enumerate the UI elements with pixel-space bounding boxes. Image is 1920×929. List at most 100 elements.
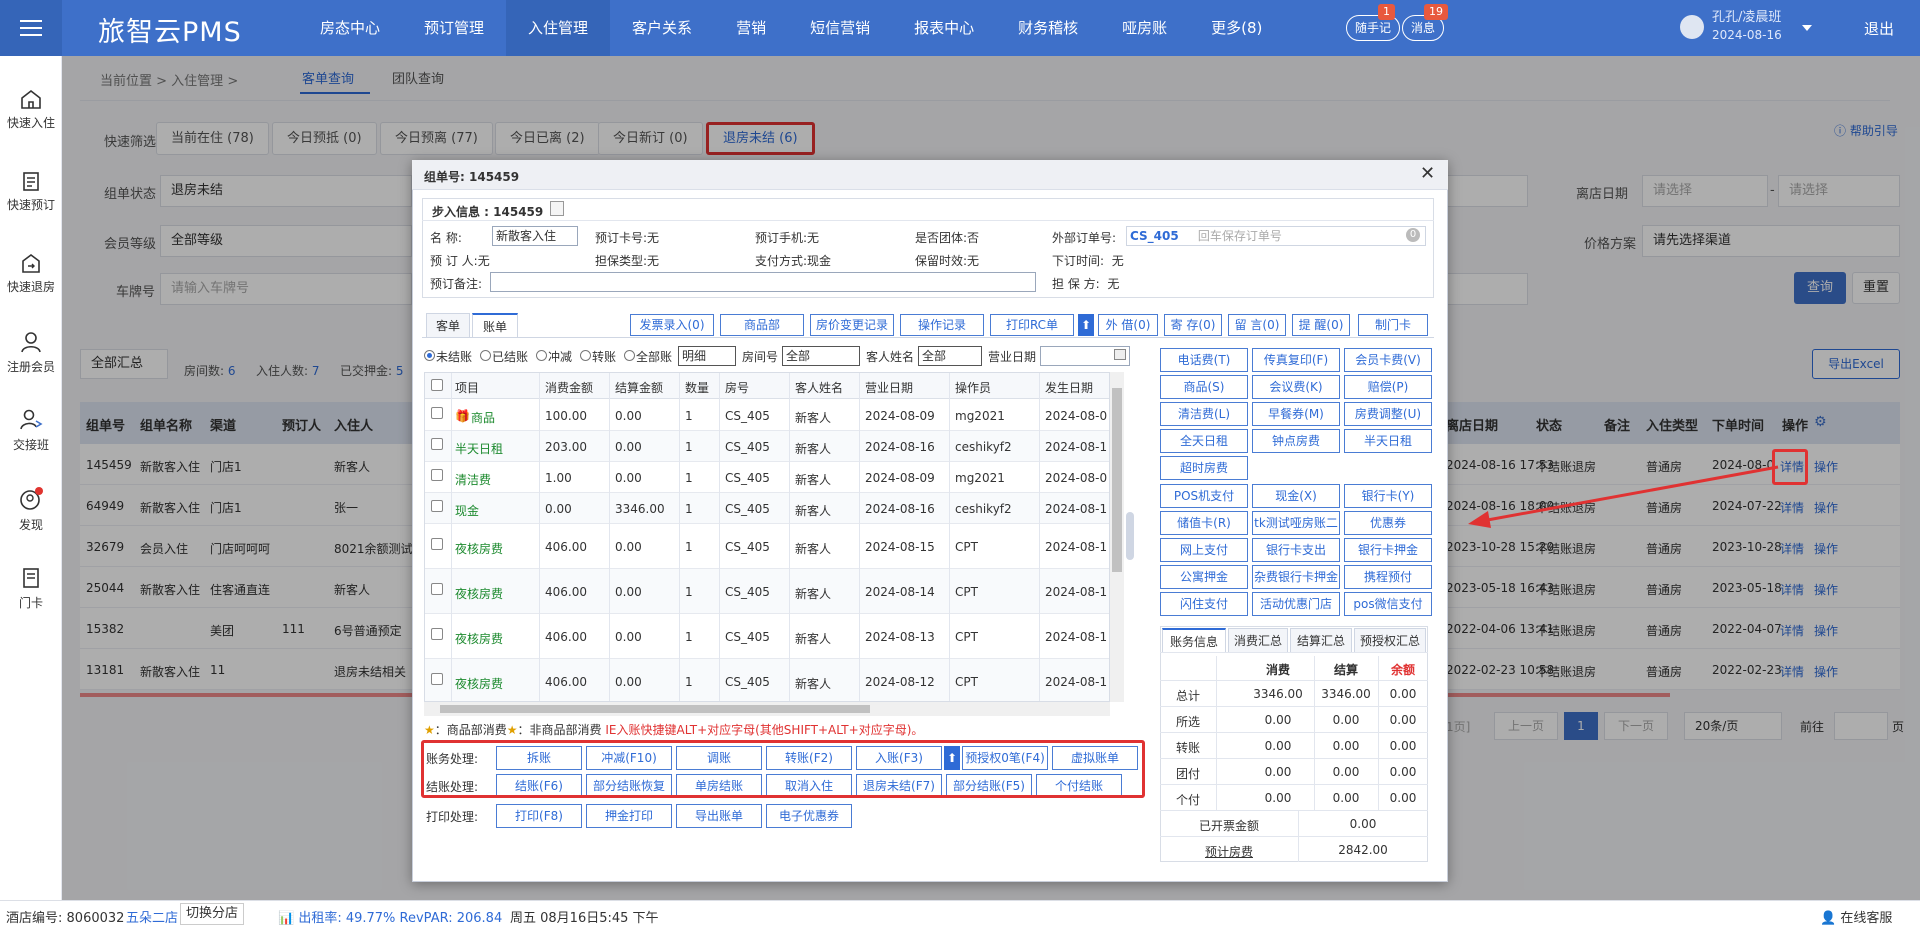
charge-button[interactable]: 超时房费 (1160, 456, 1248, 480)
payment-button[interactable]: 活动优惠门店 (1252, 592, 1340, 616)
payment-button[interactable]: 携程预付 (1344, 565, 1432, 589)
room-filter-select[interactable]: 全部 (782, 346, 860, 366)
remark-input[interactable] (490, 272, 1036, 292)
radio-transfer[interactable] (580, 350, 591, 361)
message-button[interactable]: 留 言(0) (1228, 314, 1286, 336)
switch-branch-button[interactable]: 切换分店 (180, 903, 245, 925)
sidebar-item-discover[interactable]: 发现 (0, 486, 62, 533)
online-support-button[interactable]: 👤 在线客服 (1820, 907, 1892, 926)
lend-button[interactable]: 外 借(0) (1098, 314, 1158, 336)
tab-preauth-summary[interactable]: 预授权汇总 (1354, 628, 1426, 652)
avatar[interactable] (1680, 15, 1704, 39)
payment-button[interactable]: 现金(X) (1252, 484, 1340, 508)
nav-crm[interactable]: 客户关系 (610, 0, 714, 56)
payment-button[interactable]: 银行卡支出 (1252, 538, 1340, 562)
payment-button[interactable]: 闪住支付 (1160, 592, 1248, 616)
expected-rate-label[interactable]: 预计房费 (1160, 843, 1298, 860)
branch-name[interactable]: 五朵二店 (126, 907, 178, 926)
payment-button[interactable]: 储值卡(R) (1160, 511, 1248, 535)
row-checkbox[interactable] (431, 500, 443, 512)
radio-offset[interactable] (536, 350, 547, 361)
print-button[interactable]: 打印(F8) (496, 804, 582, 828)
reminder-button[interactable]: 提 醒(0) (1292, 314, 1350, 336)
external-order-input[interactable]: CS_405 回车保存订单号 (1126, 226, 1426, 246)
nav-marketing[interactable]: 营销 (714, 0, 788, 56)
nav-sms[interactable]: 短信营销 (788, 0, 892, 56)
panel-collapse-handle[interactable] (1126, 512, 1134, 560)
nav-checkin[interactable]: 入住管理 (506, 0, 611, 56)
detail-select[interactable]: 明细 (678, 346, 736, 366)
row-checkbox[interactable] (431, 583, 443, 595)
row-checkbox[interactable] (431, 538, 443, 550)
calendar-icon[interactable] (1114, 349, 1126, 360)
payment-button[interactable]: 杂费银行卡押金 (1252, 565, 1340, 589)
charge-button[interactable]: 会员卡费(V) (1344, 348, 1432, 372)
logout-button[interactable]: 退出 (1864, 18, 1894, 39)
tab-settle-summary[interactable]: 结算汇总 (1290, 628, 1352, 652)
nav-more[interactable]: 更多(8) (1189, 0, 1284, 56)
sidebar-item-shift-handover[interactable]: 交接班 (0, 408, 62, 453)
radio-unsettled[interactable] (424, 350, 435, 361)
chevron-down-icon[interactable] (1802, 25, 1812, 31)
charge-button[interactable]: 清洁费(L) (1160, 402, 1248, 426)
charge-button[interactable]: 全天日租 (1160, 429, 1248, 453)
charge-button[interactable]: 赔偿(P) (1344, 375, 1432, 399)
guest-filter-select[interactable]: 全部 (918, 346, 982, 366)
charge-button[interactable]: 钟点房费 (1252, 429, 1340, 453)
copy-icon[interactable] (550, 201, 564, 216)
payment-button[interactable]: 网上支付 (1160, 538, 1248, 562)
user-name[interactable]: 孔孔/凌晨班 (1712, 10, 1781, 26)
charge-button[interactable]: 半天日租 (1344, 429, 1432, 453)
sidebar-item-quick-checkin[interactable]: 快速入住 (0, 88, 62, 131)
radio-all-label[interactable]: 全部账 (636, 348, 672, 365)
radio-transfer-label[interactable]: 转账 (592, 348, 616, 365)
select-all-checkbox[interactable] (431, 379, 443, 391)
radio-all[interactable] (624, 350, 635, 361)
nav-reports[interactable]: 报表中心 (892, 0, 996, 56)
deposit-item-button[interactable]: 寄 存(0) (1164, 314, 1222, 336)
e-coupon-button[interactable]: 电子优惠券 (766, 804, 852, 828)
nav-room-status[interactable]: 房态中心 (298, 0, 402, 56)
charge-button[interactable]: 商品(S) (1160, 375, 1248, 399)
charge-button[interactable]: 会议费(K) (1252, 375, 1340, 399)
payment-button[interactable]: 公寓押金 (1160, 565, 1248, 589)
sidebar-item-room-card[interactable]: 门卡 (0, 566, 62, 611)
nav-reservations[interactable]: 预订管理 (402, 0, 506, 56)
tab-account-info[interactable]: 账务信息 (1162, 628, 1226, 652)
payment-button[interactable]: POS机支付 (1160, 484, 1248, 508)
sidebar-item-quick-checkout[interactable]: 快速退房 (0, 252, 62, 295)
deposit-print-button[interactable]: 押金打印 (586, 804, 672, 828)
radio-unsettled-label[interactable]: 未结账 (436, 348, 472, 365)
export-bill-button[interactable]: 导出账单 (676, 804, 762, 828)
radio-settled-label[interactable]: 已结账 (492, 348, 528, 365)
arrow-up-icon[interactable]: ⬆ (1078, 314, 1094, 336)
payment-button[interactable]: 优惠券 (1344, 511, 1432, 535)
tab-guest-bill[interactable]: 客单 (426, 313, 470, 337)
print-rc-button[interactable]: 打印RC单 (990, 314, 1074, 336)
row-checkbox[interactable] (431, 673, 443, 685)
row-checkbox[interactable] (431, 469, 443, 481)
menu-toggle-icon[interactable] (0, 0, 62, 56)
sidebar-item-register-member[interactable]: 注册会员 (0, 330, 62, 375)
clear-icon[interactable]: 0 (1406, 228, 1420, 242)
sidebar-item-quick-booking[interactable]: 快速预订 (0, 170, 62, 213)
group-name-field[interactable]: 新散客入住 (492, 226, 578, 246)
row-checkbox[interactable] (431, 407, 443, 419)
rate-change-log-button[interactable]: 房价变更记录 (810, 314, 894, 336)
make-card-button[interactable]: 制门卡 (1358, 314, 1428, 336)
goods-dept-button[interactable]: 商品部 (720, 314, 804, 336)
operation-log-button[interactable]: 操作记录 (900, 314, 984, 336)
row-checkbox[interactable] (431, 628, 443, 640)
payment-button[interactable]: pos微信支付 (1344, 592, 1432, 616)
row-checkbox[interactable] (431, 438, 443, 450)
radio-settled[interactable] (480, 350, 491, 361)
nav-audit[interactable]: 财务稽核 (996, 0, 1100, 56)
vertical-scroll-thumb[interactable] (1112, 388, 1122, 572)
horizontal-scroll-thumb[interactable] (440, 705, 870, 713)
charge-button[interactable]: 传真复印(F) (1252, 348, 1340, 372)
close-icon[interactable]: ✕ (1420, 163, 1435, 184)
payment-button[interactable]: tk测试哑房账二 (1252, 511, 1340, 535)
charge-button[interactable]: 早餐券(M) (1252, 402, 1340, 426)
tab-consume-summary[interactable]: 消费汇总 (1228, 628, 1288, 652)
invoice-entry-button[interactable]: 发票录入(0) (630, 314, 714, 336)
